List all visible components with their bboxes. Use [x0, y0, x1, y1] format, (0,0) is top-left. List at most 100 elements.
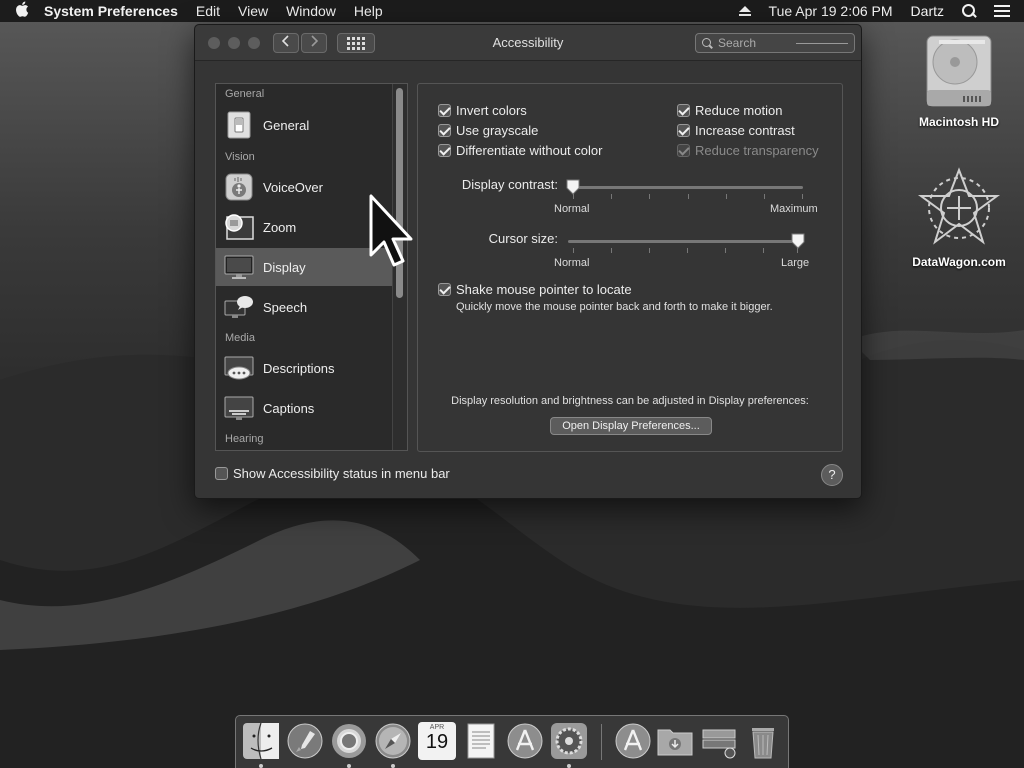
slider-tick — [573, 248, 574, 253]
switch-icon — [227, 111, 251, 139]
hard-drive-icon — [926, 35, 992, 107]
sidebar-item-general[interactable]: General — [216, 106, 393, 144]
sidebar-item-display[interactable]: Display — [216, 248, 393, 286]
sidebar-item-label: General — [263, 117, 310, 133]
differentiate-without-color-checkbox[interactable]: Differentiate without color — [438, 143, 602, 158]
shake-pointer-checkbox[interactable]: Shake mouse pointer to locate — [438, 282, 632, 297]
desktop-icon-label: DataWagon.com — [912, 255, 1006, 269]
sidebar-item-speech[interactable]: Speech — [216, 288, 393, 326]
shake-pointer-help: Quickly move the mouse pointer back and … — [456, 301, 773, 313]
accessibility-window: Accessibility Search General General Vis… — [194, 24, 862, 499]
sidebar-item-zoom[interactable]: Zoom — [216, 208, 393, 246]
app-store-download-icon[interactable] — [614, 722, 652, 760]
desktop-icon-label: Macintosh HD — [918, 115, 999, 129]
title-bar[interactable]: Accessibility Search — [195, 25, 861, 61]
dock: APR 19 — [235, 715, 789, 768]
checkbox-label: Show Accessibility status in menu bar — [233, 466, 450, 481]
display-contrast-slider[interactable] — [566, 178, 808, 199]
textedit-icon[interactable] — [462, 722, 500, 760]
checkbox-label: Differentiate without color — [456, 143, 603, 158]
menu-window[interactable]: Window — [286, 3, 336, 19]
sidebar-item-captions[interactable]: Captions — [216, 389, 393, 427]
notification-center-icon[interactable] — [994, 5, 1010, 17]
cursor-min-label: Normal — [554, 257, 590, 269]
search-field-line — [796, 43, 848, 44]
sidebar-item-voiceover[interactable]: VoiceOver — [216, 168, 393, 206]
cursor-max-label: Large — [781, 257, 810, 269]
slider-tick — [649, 248, 650, 253]
checkbox-label: Use grayscale — [456, 123, 539, 138]
chrome-icon[interactable] — [330, 722, 368, 760]
clock[interactable]: Tue Apr 19 2:06 PM — [769, 3, 893, 19]
slider-tick — [725, 248, 726, 253]
calendar-icon[interactable]: APR 19 — [418, 722, 456, 760]
checkbox-label: Increase contrast — [695, 123, 795, 138]
invert-colors-checkbox[interactable]: Invert colors — [438, 103, 527, 118]
mouse-pointer-icon — [369, 194, 413, 267]
menu-edit[interactable]: Edit — [196, 3, 220, 19]
dock-running-indicator — [347, 764, 351, 768]
slider-tick — [688, 194, 689, 199]
slider-tick — [611, 248, 612, 253]
safari-icon[interactable] — [374, 722, 412, 760]
eject-icon[interactable] — [738, 5, 751, 17]
sidebar-section-general: General — [225, 88, 265, 100]
apple-menu-icon[interactable] — [0, 1, 44, 22]
voiceover-icon — [225, 173, 253, 201]
app-menu[interactable]: System Preferences — [44, 3, 178, 19]
desktop-icon-datawagon[interactable]: DataWagon.com — [904, 166, 1014, 269]
sidebar-item-descriptions[interactable]: Descriptions — [216, 349, 393, 387]
display-contrast-label: Display contrast: — [461, 177, 558, 192]
speech-icon — [224, 296, 253, 318]
trash-icon[interactable] — [744, 722, 782, 760]
sidebar-item-label: Captions — [263, 400, 315, 416]
checkbox-box — [438, 283, 451, 296]
checkbox-box — [677, 124, 690, 137]
search-placeholder: Search — [718, 36, 757, 50]
cursor-size-slider[interactable] — [563, 232, 808, 253]
downloads-folder-icon[interactable] — [656, 722, 694, 760]
finder-icon[interactable] — [242, 722, 280, 760]
search-input[interactable]: Search — [695, 33, 855, 53]
stack-icon[interactable] — [700, 722, 738, 760]
slider-track — [573, 186, 803, 189]
show-status-in-menu-bar-checkbox[interactable]: Show Accessibility status in menu bar — [215, 466, 450, 481]
cursor-size-label: Cursor size: — [488, 231, 558, 246]
display-icon — [224, 255, 254, 279]
zoom-icon — [225, 214, 254, 240]
increase-contrast-checkbox[interactable]: Increase contrast — [677, 123, 795, 138]
checkbox-label: Invert colors — [456, 103, 527, 118]
sidebar-item-label: Descriptions — [263, 360, 335, 376]
menu-bar: System Preferences Edit View Window Help… — [0, 0, 1024, 22]
user-menu[interactable]: Dartz — [911, 3, 944, 19]
reduce-motion-checkbox[interactable]: Reduce motion — [677, 103, 782, 118]
help-button[interactable]: ? — [821, 464, 843, 486]
slider-knob[interactable] — [566, 179, 580, 195]
captions-icon — [224, 396, 254, 420]
menu-help[interactable]: Help — [354, 3, 383, 19]
calendar-day: 19 — [425, 731, 449, 753]
open-display-preferences-button[interactable]: Open Display Preferences... — [550, 417, 712, 435]
slider-tick — [726, 194, 727, 199]
system-preferences-icon[interactable] — [550, 722, 588, 760]
desktop-icon-macintosh-hd[interactable]: Macintosh HD — [904, 30, 1014, 129]
slider-track — [568, 240, 798, 243]
dock-running-indicator — [391, 764, 395, 768]
checkbox-box — [677, 144, 690, 157]
checkbox-box — [677, 104, 690, 117]
slider-tick — [764, 194, 765, 199]
spotlight-icon[interactable] — [962, 4, 976, 18]
checkbox-box — [438, 124, 451, 137]
dock-running-indicator — [567, 764, 571, 768]
use-grayscale-checkbox[interactable]: Use grayscale — [438, 123, 538, 138]
app-store-icon[interactable] — [506, 722, 544, 760]
display-settings-panel: Invert colors Use grayscale Differentiat… — [417, 83, 843, 452]
contrast-max-label: Maximum — [770, 203, 818, 215]
launchpad-icon[interactable] — [286, 722, 324, 760]
reduce-transparency-checkbox: Reduce transparency — [677, 143, 819, 158]
resolution-note: Display resolution and brightness can be… — [451, 395, 809, 407]
slider-tick — [802, 194, 803, 199]
sidebar-section-hearing: Hearing — [225, 433, 264, 445]
menu-view[interactable]: View — [238, 3, 268, 19]
slider-knob[interactable] — [791, 233, 805, 249]
